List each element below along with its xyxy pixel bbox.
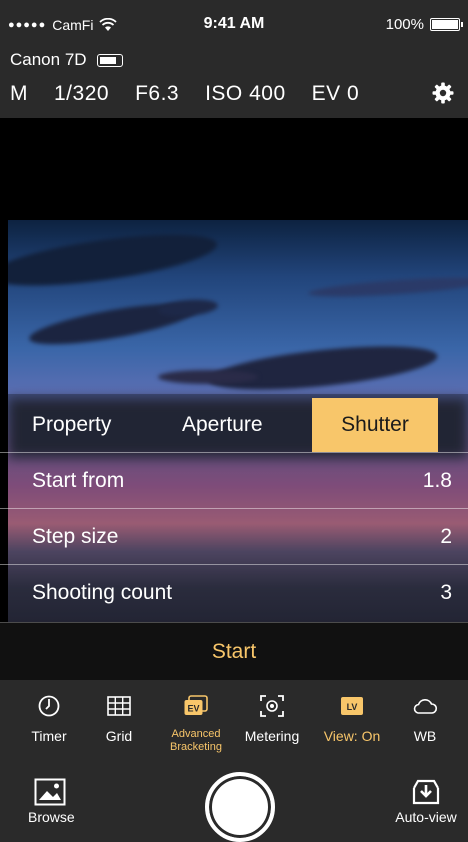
step-size-value[interactable]: 2 — [440, 525, 452, 549]
camera-name: Canon 7D — [10, 50, 87, 69]
gear-icon[interactable] — [428, 78, 458, 108]
live-view-button[interactable]: LV View: On — [317, 692, 387, 744]
grid-icon — [84, 692, 154, 720]
shutter-value[interactable]: 1/320 — [54, 82, 109, 106]
live-view[interactable]: Property Aperture Shutter Start from 1.8… — [0, 118, 468, 680]
ev-bracketing-icon: EV — [161, 692, 231, 720]
step-size-row[interactable]: Step size 2 — [0, 508, 468, 565]
browse-label: Browse — [28, 809, 75, 825]
advanced-bracketing-button[interactable]: EV Advanced Bracketing — [161, 692, 231, 754]
bracketing-tabs: Property Aperture Shutter — [0, 398, 468, 452]
cloud-icon — [390, 692, 460, 720]
advanced-label: Advanced — [171, 728, 221, 740]
start-from-label: Start from — [32, 469, 125, 492]
auto-view-button[interactable]: Auto-view — [390, 778, 462, 825]
live-view-label: View: On — [323, 728, 381, 744]
bottom-toolbar: Timer Grid EV Advanced Bracketing Meteri… — [0, 680, 468, 842]
live-view-icon: LV — [317, 692, 387, 720]
start-from-row[interactable]: Start from 1.8 — [0, 452, 468, 509]
auto-view-label: Auto-view — [395, 809, 457, 825]
iso-value[interactable]: ISO 400 — [205, 82, 286, 106]
shooting-count-row[interactable]: Shooting count 3 — [0, 564, 468, 621]
image-icon — [34, 778, 66, 806]
aperture-value[interactable]: F6.3 — [135, 82, 179, 106]
start-from-value[interactable]: 1.8 — [423, 469, 452, 493]
metering-icon — [237, 692, 307, 720]
svg-text:LV: LV — [347, 702, 358, 712]
camera-header: Canon 7D M 1/320 F6.3 ISO 400 EV 0 — [0, 40, 468, 118]
tab-aperture[interactable]: Aperture — [182, 398, 263, 452]
camera-battery-icon — [96, 53, 123, 67]
wb-label: WB — [413, 728, 437, 744]
battery-icon — [430, 18, 463, 31]
start-button[interactable]: Start — [0, 622, 468, 680]
timer-label: Timer — [31, 728, 67, 744]
bracketing-label: Bracketing — [170, 741, 222, 753]
status-right: 100% — [385, 16, 463, 33]
step-size-label: Step size — [32, 525, 119, 548]
browse-button[interactable]: Browse — [28, 778, 75, 825]
white-balance-button[interactable]: WB — [390, 692, 460, 744]
shutter-button[interactable] — [205, 772, 275, 842]
ev-value[interactable]: EV 0 — [312, 82, 360, 106]
download-tray-icon — [412, 779, 440, 805]
shooting-count-value[interactable]: 3 — [440, 581, 452, 605]
shooting-count-label: Shooting count — [32, 581, 173, 604]
timer-button[interactable]: Timer — [14, 692, 84, 744]
status-bar: ●●●●● CamFi 9:41 AM 100% — [0, 0, 468, 40]
timer-icon — [14, 692, 84, 720]
grid-label: Grid — [105, 728, 133, 744]
exposure-params: M 1/320 F6.3 ISO 400 EV 0 — [10, 82, 359, 106]
tab-property[interactable]: Property — [32, 398, 111, 452]
mode-value[interactable]: M — [10, 82, 28, 106]
camera-name-row: Canon 7D — [10, 50, 123, 70]
battery-percent: 100% — [385, 16, 424, 33]
svg-text:EV: EV — [187, 704, 199, 714]
grid-button[interactable]: Grid — [84, 692, 154, 744]
tab-shutter[interactable]: Shutter — [312, 398, 438, 452]
metering-button[interactable]: Metering — [237, 692, 307, 744]
capture-bar: Browse Auto-view — [0, 770, 468, 842]
metering-label: Metering — [244, 728, 300, 744]
